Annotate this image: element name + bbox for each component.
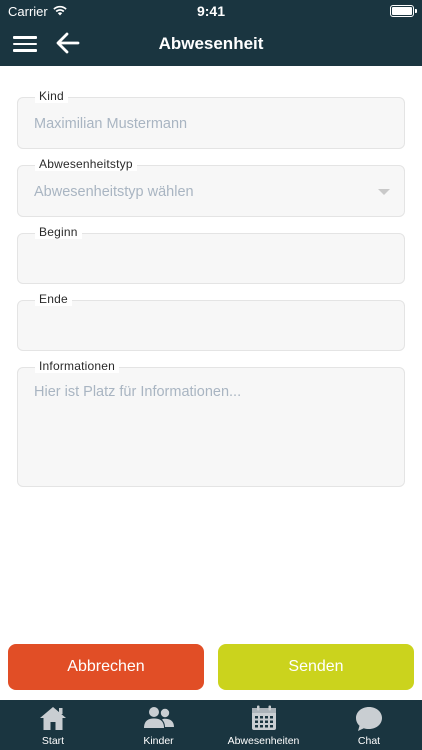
begin-date-label: Beginn <box>35 225 82 239</box>
chat-icon <box>356 707 382 731</box>
end-date-label: Ende <box>35 292 72 306</box>
absence-type-label: Abwesenheitstyp <box>35 157 137 171</box>
child-field-value: Maximilian Mustermann <box>34 116 188 132</box>
cancel-button[interactable]: Abbrechen <box>8 644 204 690</box>
people-icon <box>143 707 174 728</box>
end-date-field[interactable]: Ende <box>17 292 405 351</box>
absence-type-select[interactable]: Abwesenheitstyp Abwesenheitstyp wählen <box>17 157 405 217</box>
information-label: Informationen <box>35 359 119 373</box>
tab-kinder[interactable]: Kinder <box>106 700 211 750</box>
tab-bar: Start Kinder Abwesenheiten Chat <box>0 700 422 750</box>
calendar-icon <box>251 705 276 730</box>
begin-date-field[interactable]: Beginn <box>17 225 405 284</box>
child-field-label: Kind <box>35 89 68 103</box>
page-title: Abwesenheit <box>158 34 264 53</box>
information-placeholder: Hier ist Platz für Informationen... <box>34 384 242 400</box>
nav-bar: Abwesenheit <box>0 22 422 66</box>
home-icon <box>40 707 66 730</box>
tab-kinder-label: Kinder <box>143 735 174 747</box>
child-field[interactable]: Kind Maximilian Mustermann <box>17 89 405 149</box>
information-textarea[interactable]: Informationen Hier ist Platz für Informa… <box>17 359 405 487</box>
tab-chat[interactable]: Chat <box>316 700 422 750</box>
send-button[interactable]: Senden <box>218 644 414 690</box>
absence-type-placeholder: Abwesenheitstyp wählen <box>34 184 194 200</box>
tab-abwesenheiten-label: Abwesenheiten <box>227 735 300 747</box>
status-bar: Carrier 9:41 <box>0 0 422 22</box>
app-header: Carrier 9:41 Abwesenheit <box>0 0 422 66</box>
tab-start-label: Start <box>41 735 65 747</box>
battery-icon <box>390 5 417 17</box>
tab-abwesenheiten[interactable]: Abwesenheiten <box>211 700 316 750</box>
tab-chat-label: Chat <box>357 735 381 747</box>
chevron-down-icon <box>378 189 390 195</box>
clock: 9:41 <box>196 3 226 19</box>
tab-start[interactable]: Start <box>0 700 106 750</box>
